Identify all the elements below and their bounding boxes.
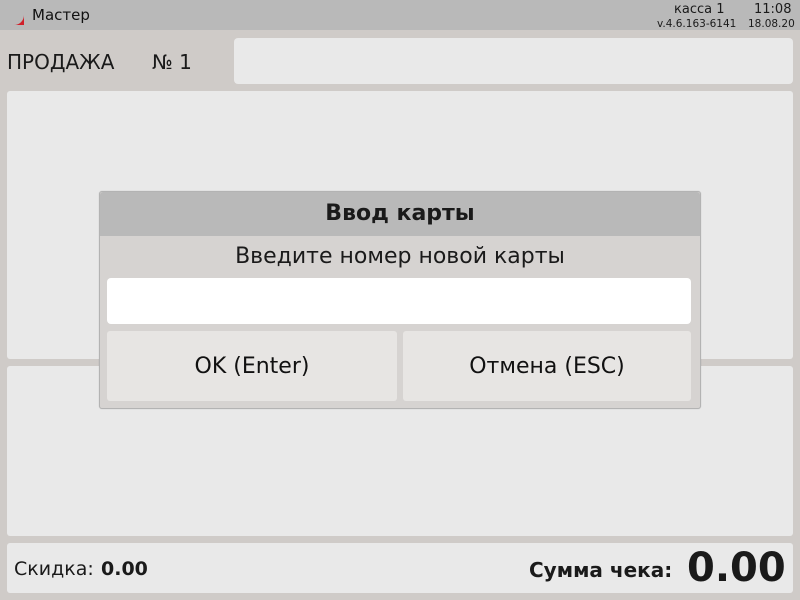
- clock: 11:08: [754, 2, 792, 17]
- total-value: 0.00: [687, 545, 786, 591]
- app-title: Мастер: [32, 6, 90, 24]
- register-label: касса 1: [674, 2, 725, 17]
- cancel-button[interactable]: Отмена (ESC): [403, 331, 691, 401]
- version-label: v.4.6.163-6141: [657, 18, 737, 30]
- card-number-input[interactable]: [107, 278, 691, 324]
- ok-button[interactable]: OK (Enter): [107, 331, 397, 401]
- dialog-header: Ввод карты: [100, 192, 700, 236]
- scan-input-field[interactable]: [234, 38, 793, 84]
- sale-mode-label: ПРОДАЖА: [7, 50, 115, 74]
- app-logo-icon: [4, 5, 24, 25]
- dialog-prompt: Введите номер новой карты: [235, 244, 565, 269]
- card-entry-dialog: Ввод карты Введите номер новой карты OK …: [99, 191, 701, 409]
- title-bar: Мастер касса 1 11:08 v.4.6.163-6141 18.0…: [0, 0, 800, 30]
- total-label: Сумма чека:: [529, 558, 673, 582]
- dialog-title: Ввод карты: [325, 201, 475, 226]
- discount-value: 0.00: [101, 558, 148, 580]
- date-label: 18.08.20: [748, 18, 795, 30]
- receipt-footer: Скидка: 0.00 Сумма чека: 0.00: [7, 543, 793, 593]
- sale-number: № 1: [152, 50, 192, 74]
- discount-label: Скидка:: [14, 558, 94, 580]
